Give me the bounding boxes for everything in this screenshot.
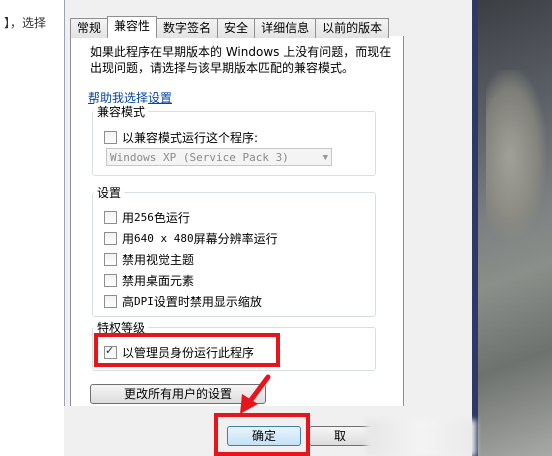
setting-256-color-row[interactable]: 用 256 色运行	[104, 209, 190, 226]
setting-label-pre: 用	[122, 232, 135, 246]
setting-label-mono: DPI	[134, 295, 154, 308]
chevron-down-icon: ▼	[322, 153, 328, 163]
setting-label: 禁用视觉主题	[122, 253, 195, 267]
tab-digital-signature[interactable]: 数字签名	[156, 18, 219, 38]
setting-label-pre: 用	[122, 211, 135, 225]
compat-mode-checkbox[interactable]	[104, 131, 117, 144]
setting-disable-visual-themes-checkbox[interactable]	[104, 253, 117, 266]
tab-security[interactable]: 安全	[217, 18, 256, 38]
setting-256-color-checkbox[interactable]	[104, 211, 117, 224]
background-photo	[478, 0, 552, 456]
background-text: 】，选择	[4, 16, 47, 30]
setting-label-pre: 高	[122, 295, 135, 309]
setting-label-mono: 256	[134, 211, 154, 224]
compatibility-description: 如果此程序在早期版本的 Windows 上没有问题，而现在出现问题，请选择与该早…	[90, 45, 392, 75]
setting-label: 禁用桌面元素	[122, 274, 195, 288]
compat-mode-title: 兼容模式	[94, 103, 149, 120]
tab-compatibility[interactable]: 兼容性	[107, 16, 158, 38]
blurred-region	[366, 420, 476, 456]
tab-details[interactable]: 详细信息	[254, 18, 317, 38]
tab-previous-versions[interactable]: 以前的版本	[315, 18, 390, 38]
setting-disable-dpi-scaling-row[interactable]: 高 DPI 设置时禁用显示缩放	[104, 293, 262, 310]
setting-label-post: 设置时禁用显示缩放	[153, 295, 262, 309]
os-version-value: Windows XP (Service Pack 3)	[110, 151, 289, 164]
highlight-run-as-admin	[94, 333, 280, 367]
tab-general[interactable]: 常规	[70, 18, 109, 38]
setting-label-post: 色运行	[153, 211, 190, 225]
setting-disable-visual-themes-row[interactable]: 禁用视觉主题	[104, 251, 194, 268]
compat-mode-label: 以兼容模式运行这个程序:	[122, 131, 259, 145]
settings-title: 设置	[94, 184, 125, 201]
tab-strip: 常规 兼容性 数字签名 安全 详细信息 以前的版本	[70, 16, 390, 38]
setting-disable-desktop-composition-checkbox[interactable]	[104, 274, 117, 287]
highlight-ok-button	[214, 413, 310, 456]
setting-640x480-row[interactable]: 用 640 x 480 屏幕分辨率运行	[104, 230, 278, 247]
setting-640x480-checkbox[interactable]	[104, 232, 117, 245]
setting-disable-desktop-composition-row[interactable]: 禁用桌面元素	[104, 272, 194, 289]
setting-disable-dpi-scaling-checkbox[interactable]	[104, 295, 117, 308]
annotation-arrow-icon	[240, 374, 271, 414]
setting-label-post: 屏幕分辨率运行	[193, 232, 278, 246]
setting-label-mono: 640 x 480	[134, 232, 194, 245]
compat-mode-checkbox-row[interactable]: 以兼容模式运行这个程序:	[104, 129, 258, 146]
os-version-select[interactable]: Windows XP (Service Pack 3) ▼	[106, 148, 332, 166]
background-page: 】，选择	[0, 0, 65, 456]
